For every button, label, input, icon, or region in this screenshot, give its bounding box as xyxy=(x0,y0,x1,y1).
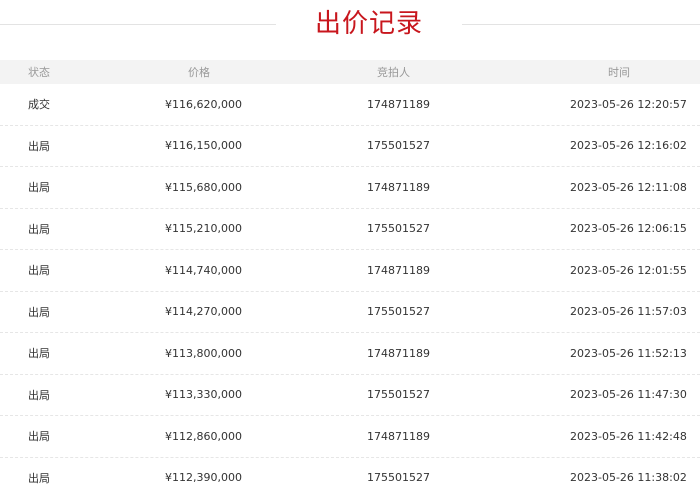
bid-time: 2023-05-26 12:20:57 xyxy=(570,97,687,111)
bid-price: ¥114,270,000 xyxy=(165,305,242,319)
table-row: 出局 ¥113,800,000 174871189 2023-05-26 11:… xyxy=(0,333,700,375)
bid-time: 2023-05-26 11:57:03 xyxy=(570,305,687,319)
bid-status: 出局 xyxy=(28,347,50,361)
page-title: 出价记录 xyxy=(314,9,423,39)
bid-status: 出局 xyxy=(28,471,50,485)
table-row: 出局 ¥112,860,000 174871189 2023-05-26 11:… xyxy=(0,416,700,458)
bidder-id: 174871189 xyxy=(367,97,430,111)
bidder-id: 175501527 xyxy=(367,222,430,236)
bid-time: 2023-05-26 11:52:13 xyxy=(570,346,687,360)
bid-status: 出局 xyxy=(28,388,50,402)
bid-price: ¥113,330,000 xyxy=(165,388,242,402)
bid-time: 2023-05-26 12:16:02 xyxy=(570,139,687,153)
bidder-id: 175501527 xyxy=(367,471,430,485)
table-header: 状态 价格 竞拍人 时间 xyxy=(0,60,700,84)
column-header-bidder: 竞拍人 xyxy=(377,66,410,79)
bid-time: 2023-05-26 11:42:48 xyxy=(570,429,687,443)
table-row: 出局 ¥114,270,000 175501527 2023-05-26 11:… xyxy=(0,292,700,333)
column-header-time: 时间 xyxy=(608,66,630,79)
bid-price: ¥116,150,000 xyxy=(165,139,242,153)
table-row: 出局 ¥116,150,000 175501527 2023-05-26 12:… xyxy=(0,126,700,167)
bidder-id: 174871189 xyxy=(367,263,430,277)
bid-status: 出局 xyxy=(28,430,50,444)
bid-price: ¥115,680,000 xyxy=(165,180,242,194)
bid-status: 出局 xyxy=(28,181,50,195)
bid-time: 2023-05-26 11:38:02 xyxy=(570,471,687,485)
bid-time: 2023-05-26 12:06:15 xyxy=(570,222,687,236)
bidder-id: 175501527 xyxy=(367,139,430,153)
table-row: 出局 ¥115,210,000 175501527 2023-05-26 12:… xyxy=(0,209,700,250)
bid-price: ¥116,620,000 xyxy=(165,97,242,111)
bid-status: 成交 xyxy=(28,98,50,112)
bid-time: 2023-05-26 12:11:08 xyxy=(570,180,687,194)
bidder-id: 175501527 xyxy=(367,388,430,402)
table-row: 出局 ¥113,330,000 175501527 2023-05-26 11:… xyxy=(0,375,700,416)
column-header-price: 价格 xyxy=(188,66,210,79)
bid-status: 出局 xyxy=(28,264,50,278)
bid-table: 状态 价格 竞拍人 时间 成交 ¥116,620,000 174871189 2… xyxy=(0,60,700,498)
bid-time: 2023-05-26 12:01:55 xyxy=(570,263,687,277)
table-row: 出局 ¥114,740,000 174871189 2023-05-26 12:… xyxy=(0,250,700,292)
title-divider-right xyxy=(462,24,700,25)
bid-status: 出局 xyxy=(28,222,50,236)
bid-price: ¥114,740,000 xyxy=(165,263,242,277)
title-divider-left xyxy=(0,24,276,25)
bidder-id: 174871189 xyxy=(367,180,430,194)
table-row: 出局 ¥112,390,000 175501527 2023-05-26 11:… xyxy=(0,458,700,498)
bid-time: 2023-05-26 11:47:30 xyxy=(570,388,687,402)
bid-price: ¥112,390,000 xyxy=(165,471,242,485)
table-row: 成交 ¥116,620,000 174871189 2023-05-26 12:… xyxy=(0,84,700,126)
bid-price: ¥115,210,000 xyxy=(165,222,242,236)
bid-status: 出局 xyxy=(28,305,50,319)
table-row: 出局 ¥115,680,000 174871189 2023-05-26 12:… xyxy=(0,167,700,209)
column-header-status: 状态 xyxy=(28,66,50,79)
bidder-id: 174871189 xyxy=(367,429,430,443)
bid-price: ¥113,800,000 xyxy=(165,346,242,360)
table-body: 成交 ¥116,620,000 174871189 2023-05-26 12:… xyxy=(0,84,700,498)
bid-record-panel: 出价记录 状态 价格 竞拍人 时间 成交 ¥116,620,000 174871… xyxy=(0,0,700,498)
title-row: 出价记录 xyxy=(0,0,700,50)
bidder-id: 174871189 xyxy=(367,346,430,360)
bid-status: 出局 xyxy=(28,139,50,153)
bidder-id: 175501527 xyxy=(367,305,430,319)
bid-price: ¥112,860,000 xyxy=(165,429,242,443)
